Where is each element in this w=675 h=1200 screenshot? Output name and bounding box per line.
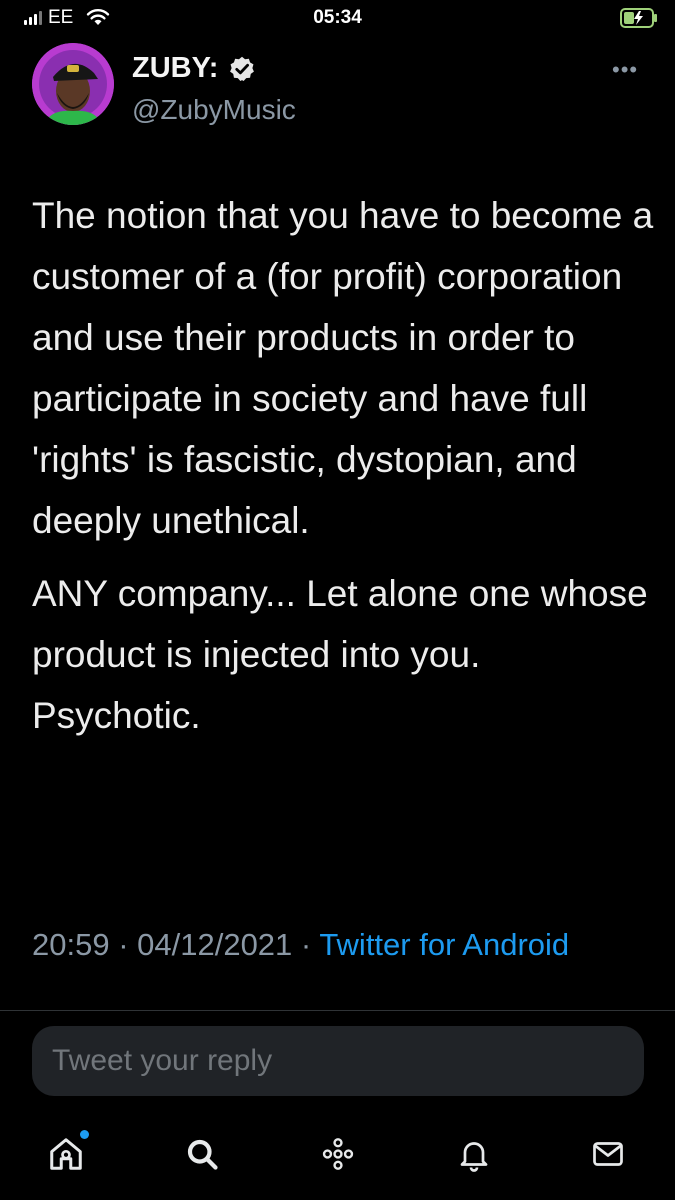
tweet-time: 20:59: [32, 927, 110, 962]
home-icon: [50, 1138, 82, 1170]
more-options-icon[interactable]: •••: [612, 57, 638, 83]
display-name-row[interactable]: ZUBY:: [132, 52, 256, 85]
nav-messages[interactable]: [586, 1132, 630, 1176]
reply-placeholder: Tweet your reply: [52, 1044, 273, 1077]
messages-icon: [593, 1142, 623, 1166]
tweet-body: The notion that you have to become a cus…: [32, 185, 657, 746]
reply-input[interactable]: Tweet your reply: [32, 1026, 644, 1096]
avatar-portrait: [32, 43, 114, 125]
bottom-nav: [0, 1118, 675, 1200]
battery-charging-icon: [620, 8, 657, 28]
display-name[interactable]: ZUBY:: [132, 52, 218, 85]
nav-notifications[interactable]: [452, 1132, 496, 1176]
notifications-icon: [460, 1142, 488, 1172]
user-handle[interactable]: @ZubyMusic: [132, 94, 296, 126]
notification-dot: [80, 1130, 89, 1139]
spaces-icon: [322, 1138, 354, 1170]
tweet-meta: 20:59 · 04/12/2021 · Twitter for Android: [32, 922, 632, 968]
status-time: 05:34: [313, 7, 362, 28]
tweet-paragraph-1: The notion that you have to become a cus…: [32, 195, 654, 541]
nav-search[interactable]: [180, 1132, 224, 1176]
search-icon: [187, 1139, 218, 1170]
divider: [0, 1010, 675, 1011]
meta-separator: ·: [300, 927, 320, 962]
tweet-source-link[interactable]: Twitter for Android: [319, 927, 569, 962]
nav-home[interactable]: [44, 1132, 88, 1176]
verified-badge-icon: [230, 56, 255, 81]
meta-separator: ·: [118, 927, 138, 962]
status-bar: EE 05:34: [0, 0, 675, 40]
nav-spaces[interactable]: [316, 1132, 360, 1176]
tweet-date: 04/12/2021: [137, 927, 293, 962]
tweet-paragraph-2: ANY company... Let alone one whose produ…: [32, 573, 648, 736]
avatar[interactable]: [32, 43, 114, 125]
